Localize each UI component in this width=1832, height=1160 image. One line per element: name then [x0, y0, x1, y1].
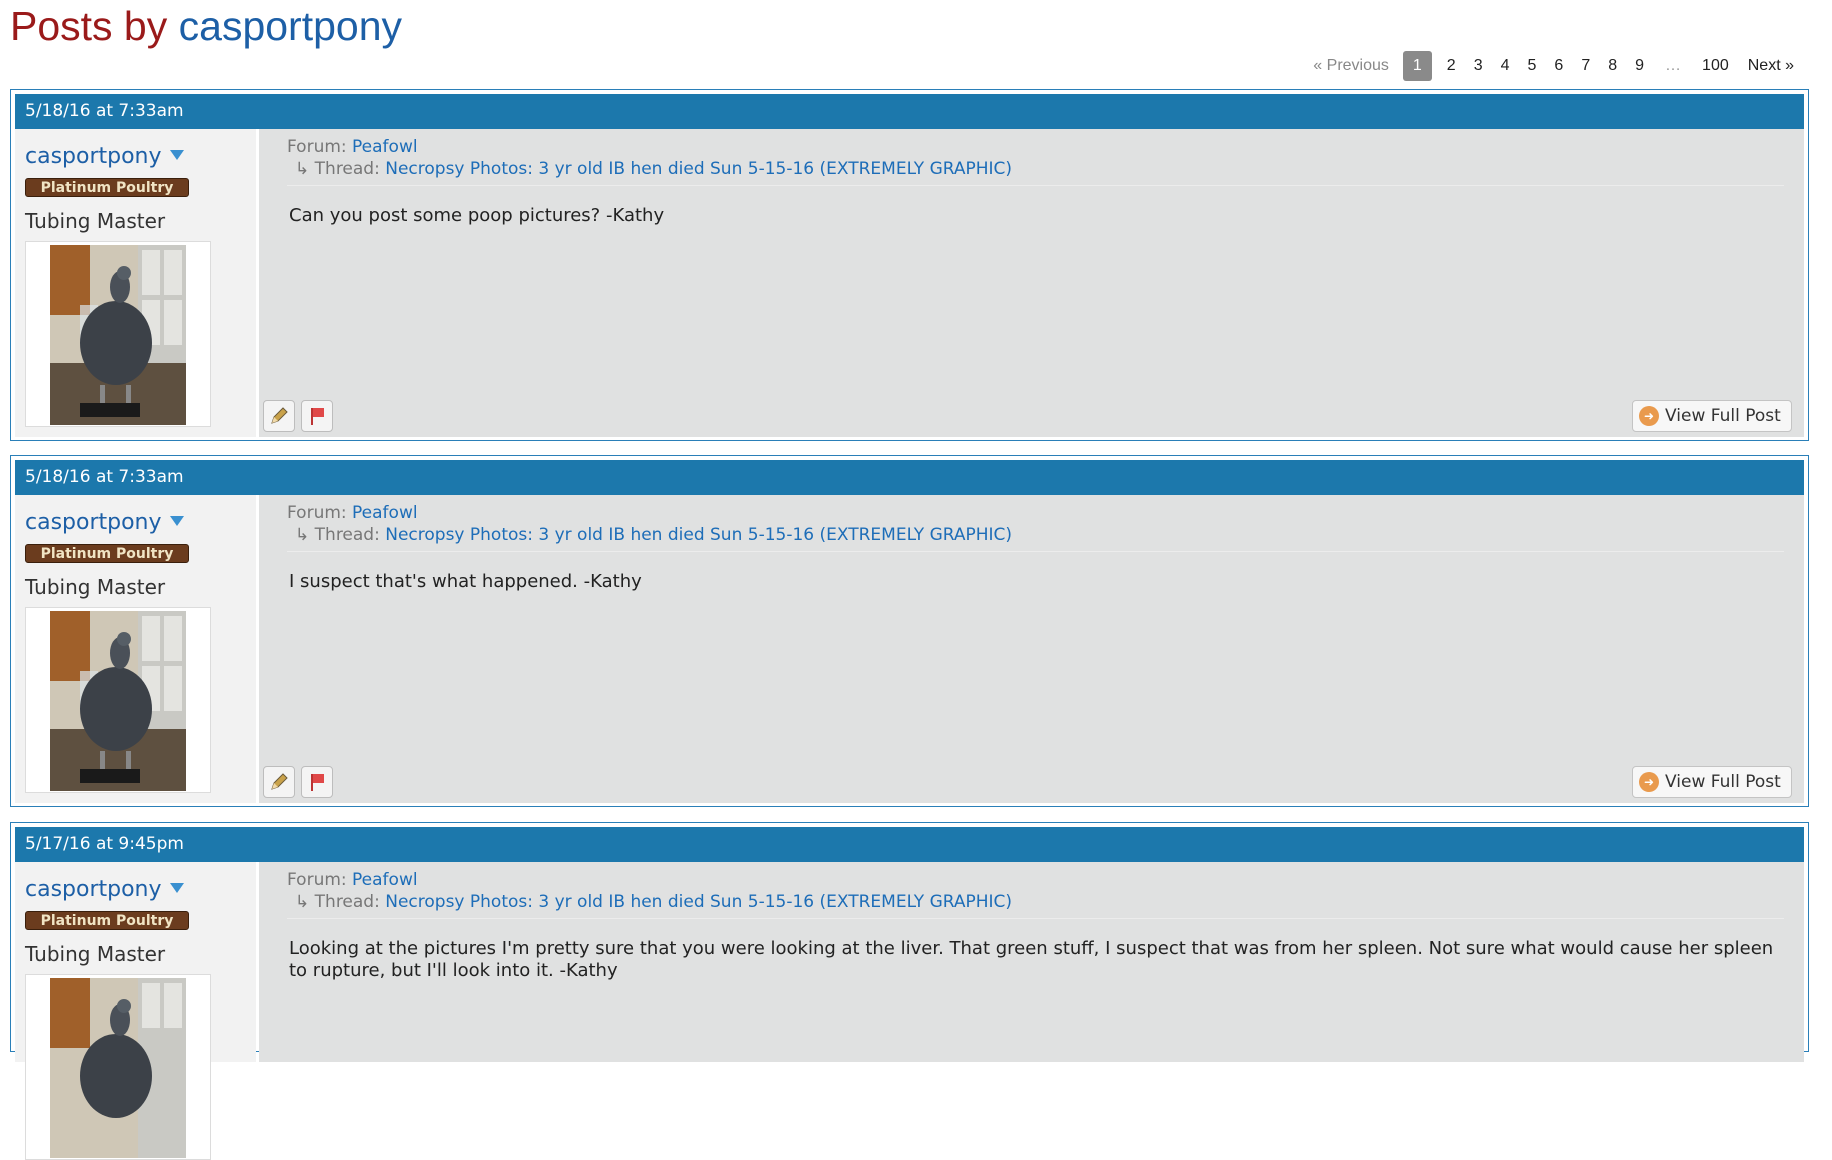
avatar[interactable]: [25, 607, 211, 793]
pagination-page-2[interactable]: 2: [1438, 57, 1465, 75]
pagination-page-last[interactable]: 100: [1693, 57, 1738, 75]
dropdown-arrow-icon[interactable]: [169, 150, 184, 160]
post-date: 5/17/16 at 9:45pm: [15, 827, 1804, 862]
thread-line: ↳ Thread: Necropsy Photos: 3 yr old IB h…: [295, 892, 1012, 912]
thread-line: ↳ Thread: Necropsy Photos: 3 yr old IB h…: [295, 525, 1012, 545]
thread-label: Thread:: [314, 525, 380, 545]
peacock-avatar-image: [50, 978, 186, 1158]
post-author-panel: casportpony Platinum Poultry Tubing Mast…: [15, 862, 256, 1160]
post-body: Forum: Peafowl ↳ Thread: Necropsy Photos…: [259, 495, 1804, 803]
forum-link[interactable]: Peafowl: [352, 870, 418, 890]
pencil-icon: [271, 773, 288, 790]
post-date: 5/18/16 at 7:33am: [15, 94, 1804, 129]
post-content: I suspect that's what happened. -Kathy: [289, 571, 642, 592]
dropdown-arrow-icon[interactable]: [169, 516, 184, 526]
forum-link[interactable]: Peafowl: [352, 137, 418, 157]
page-title-username[interactable]: casportpony: [179, 3, 402, 49]
post-content: Looking at the pictures I'm pretty sure …: [289, 938, 1774, 981]
divider: [287, 551, 1784, 552]
peacock-avatar-image: [50, 611, 186, 791]
arrow-right-icon: ➜: [1639, 406, 1659, 426]
post-card: 5/18/16 at 7:33am casportpony Platinum P…: [10, 89, 1809, 441]
reply-arrow-icon: ↳: [295, 159, 310, 179]
author-role: Tubing Master: [25, 575, 166, 599]
pagination-page-6[interactable]: 6: [1545, 57, 1572, 75]
view-full-post-label[interactable]: View Full Post: [1665, 406, 1781, 426]
thread-line: ↳ Thread: Necropsy Photos: 3 yr old IB h…: [295, 159, 1012, 179]
forum-label: Forum:: [287, 503, 347, 523]
pagination-page-7[interactable]: 7: [1572, 57, 1599, 75]
author-name[interactable]: casportpony: [25, 510, 184, 535]
edit-button[interactable]: [263, 766, 295, 798]
thread-link[interactable]: Necropsy Photos: 3 yr old IB hen died Su…: [385, 892, 1012, 912]
author-name-label[interactable]: casportpony: [25, 144, 162, 169]
arrow-right-icon: ➜: [1639, 772, 1659, 792]
post-card: 5/18/16 at 7:33am casportpony Platinum P…: [10, 455, 1809, 807]
author-badge: Platinum Poultry: [25, 544, 189, 563]
view-full-post-button[interactable]: ➜ View Full Post: [1632, 766, 1792, 798]
forum-line: Forum: Peafowl: [287, 503, 418, 523]
flag-icon: [311, 774, 324, 791]
report-button[interactable]: [301, 400, 333, 432]
pagination-page-8[interactable]: 8: [1599, 57, 1626, 75]
forum-line: Forum: Peafowl: [287, 137, 418, 157]
view-full-post-button[interactable]: ➜ View Full Post: [1632, 400, 1792, 432]
page-title-prefix: Posts by: [10, 3, 168, 49]
reply-arrow-icon: ↳: [295, 525, 310, 545]
dropdown-arrow-icon[interactable]: [169, 883, 184, 893]
post-date: 5/18/16 at 7:33am: [15, 460, 1804, 495]
view-full-post-label[interactable]: View Full Post: [1665, 772, 1781, 792]
page-title: Posts by casportpony: [10, 3, 402, 49]
post-card: 5/17/16 at 9:45pm casportpony Platinum P…: [10, 822, 1809, 1160]
pagination-page-3[interactable]: 3: [1465, 57, 1492, 75]
forum-line: Forum: Peafowl: [287, 870, 418, 890]
author-name[interactable]: casportpony: [25, 877, 184, 902]
author-role: Tubing Master: [25, 942, 166, 966]
pagination-page-4[interactable]: 4: [1492, 57, 1519, 75]
pagination-previous: « Previous: [1313, 57, 1389, 74]
pagination-ellipsis: …: [1665, 57, 1682, 74]
pagination-page-current: 1: [1402, 51, 1432, 81]
pagination: « Previous 1 2 3 4 5 6 7 8 9 … 100 Next …: [1304, 51, 1794, 81]
avatar[interactable]: [25, 241, 211, 427]
report-button[interactable]: [301, 766, 333, 798]
thread-link[interactable]: Necropsy Photos: 3 yr old IB hen died Su…: [385, 159, 1012, 179]
flag-icon: [311, 408, 324, 425]
pagination-next[interactable]: Next »: [1738, 57, 1794, 75]
post-content: Can you post some poop pictures? -Kathy: [289, 205, 665, 226]
post-body: Forum: Peafowl ↳ Thread: Necropsy Photos…: [259, 129, 1804, 437]
forum-label: Forum:: [287, 870, 347, 890]
author-name-label[interactable]: casportpony: [25, 510, 162, 535]
reply-arrow-icon: ↳: [295, 892, 310, 912]
divider: [287, 185, 1784, 186]
forum-label: Forum:: [287, 137, 347, 157]
thread-label: Thread:: [314, 159, 380, 179]
peacock-avatar-image: [50, 245, 186, 425]
pencil-icon: [271, 407, 288, 424]
author-name-label[interactable]: casportpony: [25, 877, 162, 902]
divider: [287, 918, 1784, 919]
author-badge: Platinum Poultry: [25, 911, 189, 930]
pagination-page-9[interactable]: 9: [1626, 57, 1653, 75]
thread-label: Thread:: [314, 892, 380, 912]
pagination-page-5[interactable]: 5: [1519, 57, 1546, 75]
author-role: Tubing Master: [25, 209, 166, 233]
forum-link[interactable]: Peafowl: [352, 503, 418, 523]
edit-button[interactable]: [263, 400, 295, 432]
author-badge: Platinum Poultry: [25, 178, 189, 197]
post-author-panel: casportpony Platinum Poultry Tubing Mast…: [15, 129, 256, 437]
thread-link[interactable]: Necropsy Photos: 3 yr old IB hen died Su…: [385, 525, 1012, 545]
post-body: Forum: Peafowl ↳ Thread: Necropsy Photos…: [259, 862, 1804, 1062]
avatar[interactable]: [25, 974, 211, 1160]
post-author-panel: casportpony Platinum Poultry Tubing Mast…: [15, 495, 256, 803]
author-name[interactable]: casportpony: [25, 144, 184, 169]
